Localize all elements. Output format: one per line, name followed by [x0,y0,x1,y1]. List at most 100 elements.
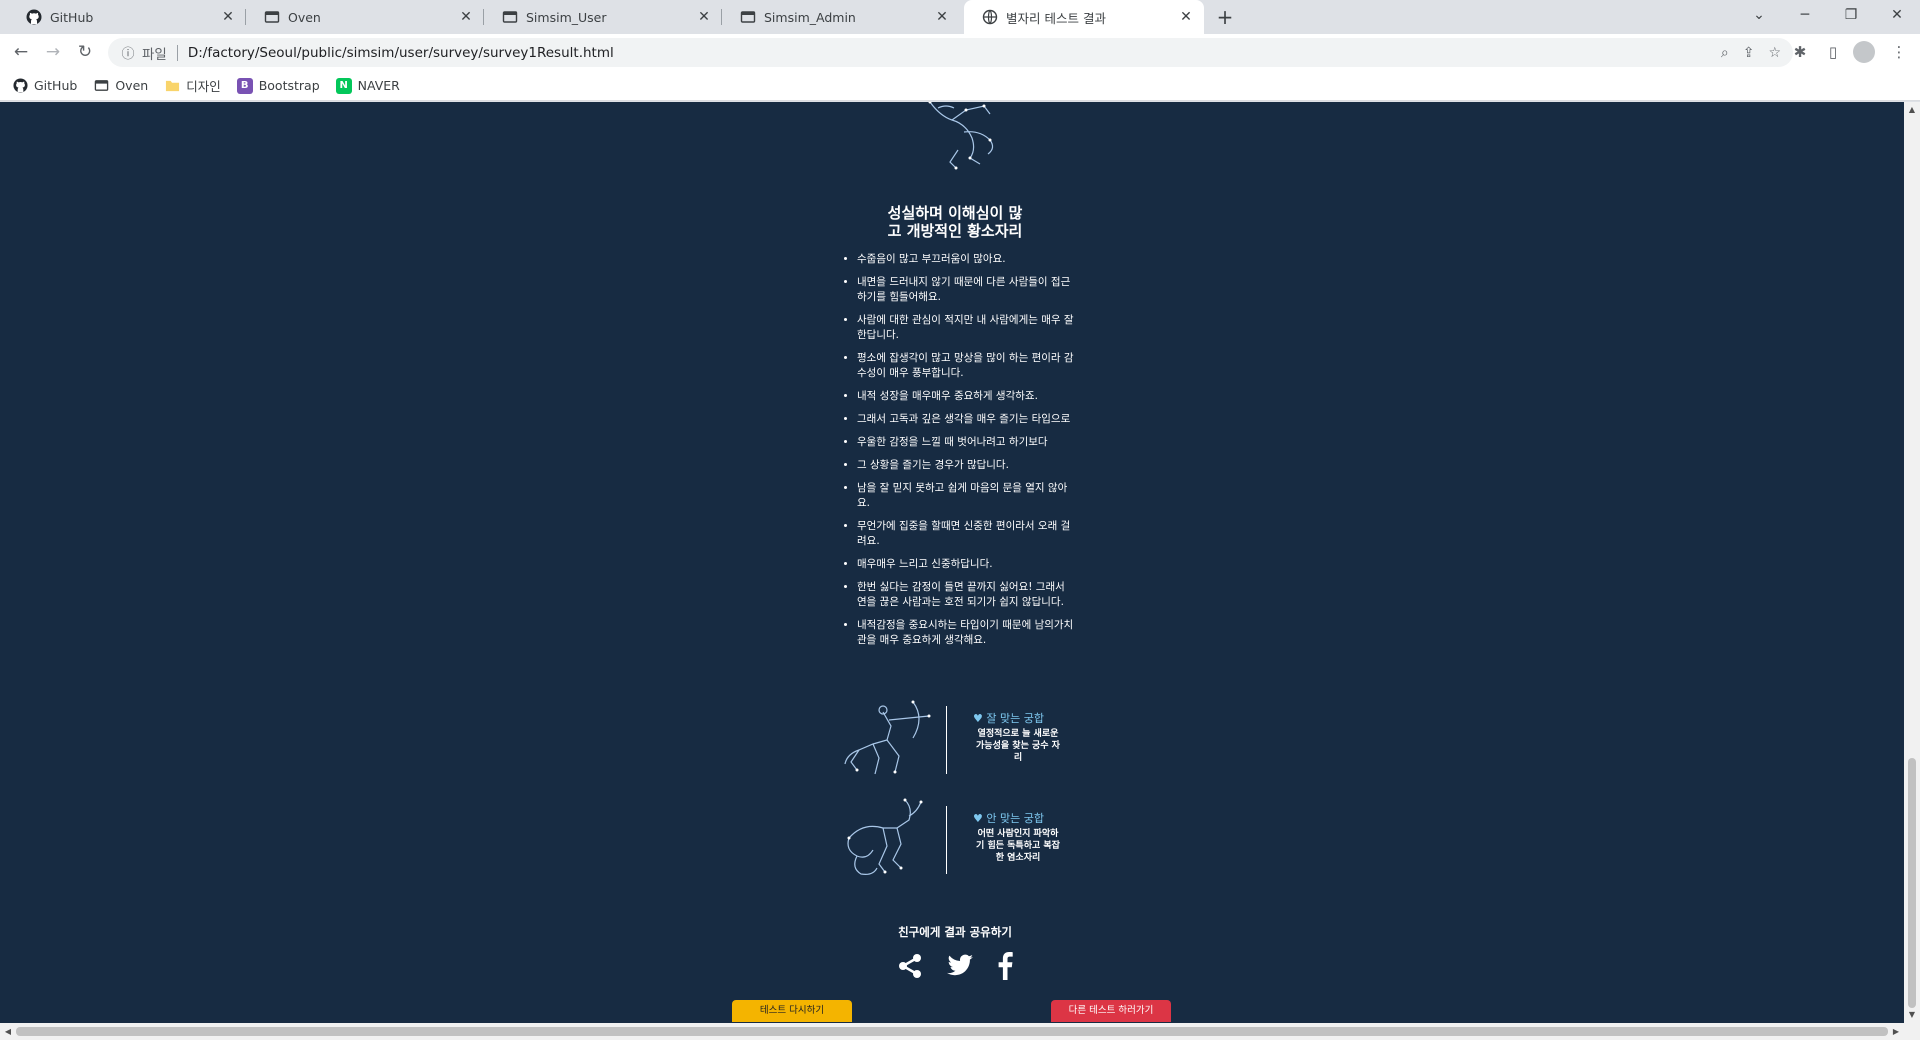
close-icon[interactable]: ✕ [1178,9,1194,25]
page-icon [93,78,109,94]
list-item: 우울한 감정을 느낄 때 벗어나려고 하기보다 [857,435,1075,450]
scroll-up-icon[interactable]: ▲ [1904,102,1920,118]
forward-button[interactable]: → [40,39,66,65]
list-item: 평소에 잡생각이 많고 망상을 많이 하는 편이라 감수성이 매우 풍부합니다. [857,351,1075,381]
page-viewport: 성실하며 이해심이 많 고 개방적인 황소자리 수줍음이 많고 부끄러움이 많아… [0,102,1904,1023]
vertical-scroll-thumb[interactable] [1908,758,1916,1008]
list-item: 무언가에 집중을 할때면 신중한 편이라서 오래 걸려요. [857,519,1075,549]
scroll-right-icon[interactable]: ▶ [1888,1023,1904,1040]
naver-icon: N [335,77,352,94]
bootstrap-icon: B [236,77,253,94]
close-icon[interactable]: ✕ [696,9,712,25]
retry-test-button[interactable]: 테스트 다시하기 [732,1000,852,1022]
address-scheme: 파일 [142,46,167,63]
bad-match-section: ♥ 안 맞는 궁합 어떤 사람인지 파악하기 힘든 독특하고 복잡한 염소자리 [835,798,1075,878]
tab-search-icon[interactable]: ⌄ [1736,0,1782,30]
bookmark-folder-design[interactable]: 디자인 [164,76,221,95]
bookmark-label: Oven [115,78,149,93]
list-item: 수줍음이 많고 부끄러움이 많아요. [857,252,1075,267]
extensions-icon[interactable]: ✱ [1787,39,1813,65]
browser-toolbar: ← → ↻ ⓘ 파일 D:/factory/Seoul/public/simsi… [0,34,1920,71]
list-item: 한번 싫다는 감정이 들면 끝까지 싫어요! 그래서 연을 끊은 사람과는 호전… [857,580,1075,610]
page-icon [502,9,518,25]
good-match-label: ♥ 잘 맞는 궁합 [973,710,1073,726]
bookmark-label: 디자인 [186,79,221,94]
close-icon[interactable]: ✕ [220,9,236,25]
address-url[interactable]: D:/factory/Seoul/public/simsim/user/surv… [188,45,614,61]
bad-match-label-text: 안 맞는 궁합 [986,812,1044,825]
list-item: 내면을 드러내지 않기 때문에 다른 사람들이 접근하기를 힘들어해요. [857,275,1075,305]
page-icon [264,9,280,25]
bad-match-description: 어떤 사람인지 파악하기 힘든 독특하고 복잡한 염소자리 [976,829,1060,863]
close-icon[interactable]: ✕ [458,9,474,25]
tab-simsim-user[interactable]: Simsim_User ✕ [484,0,722,34]
back-button[interactable]: ← [8,39,34,65]
bookmark-naver[interactable]: N NAVER [335,77,400,94]
bookmark-bootstrap[interactable]: B Bootstrap [236,77,320,94]
address-divider [176,44,178,61]
heart-icon: ♥ [973,812,983,825]
twitter-icon[interactable] [946,954,974,982]
tab-title: Simsim_Admin [764,9,856,25]
tab-title: Oven [288,9,321,25]
tab-result[interactable]: 별자리 테스트 결과 ✕ [964,0,1204,34]
result-title: 성실하며 이해심이 많 고 개방적인 황소자리 [835,204,1075,240]
tab-simsim-admin[interactable]: Simsim_Admin ✕ [722,0,960,34]
divider-line [946,706,947,774]
profile-avatar[interactable] [1853,41,1875,63]
capricorn-constellation-image [843,798,933,882]
tab-title: 별자리 테스트 결과 [1006,10,1106,26]
info-icon[interactable]: ⓘ [114,43,142,62]
result-title-line: 고 개방적인 황소자리 [887,222,1023,240]
bookmarks-bar: GitHub Oven 디자인 B Bootstrap N NAVER [0,71,1920,101]
traits-list: 수줍음이 많고 부끄러움이 많아요. 내면을 드러내지 않기 때문에 다른 사람… [835,252,1075,656]
heart-icon: ♥ [973,712,983,725]
sagittarius-constellation-image [843,698,933,782]
bad-match-label: ♥ 안 맞는 궁합 [973,810,1073,826]
scroll-down-icon[interactable]: ▼ [1904,1007,1920,1023]
list-item: 사람에 대한 관심이 적지만 내 사람에게는 매우 잘한답니다. [857,313,1075,343]
vertical-scrollbar[interactable]: ▲ ▼ [1904,102,1920,1023]
horizontal-scroll-thumb[interactable] [16,1027,1888,1036]
zoom-icon[interactable]: ⌕ [1721,45,1729,61]
scroll-left-icon[interactable]: ◀ [0,1023,16,1040]
reload-button[interactable]: ↻ [72,39,98,65]
bookmark-github[interactable]: GitHub [12,78,77,94]
close-icon[interactable]: ✕ [934,9,950,25]
share-page-icon[interactable]: ⇪ [1743,45,1755,61]
good-match-section: ♥ 잘 맞는 궁합 열정적으로 늘 새로운 가능성을 찾는 궁수 자리 [835,698,1075,778]
restore-button[interactable]: ❐ [1828,0,1874,30]
github-icon [12,78,28,94]
address-bar[interactable]: ⓘ 파일 D:/factory/Seoul/public/simsim/user… [108,38,1793,67]
menu-icon[interactable]: ⋮ [1886,39,1912,65]
list-item: 매우매우 느리고 신중하답니다. [857,557,1075,572]
tab-strip: GitHub ✕ Oven ✕ Simsim_User ✕ Simsim_Adm… [0,0,1920,34]
bookmark-label: Bootstrap [258,78,320,93]
new-tab-button[interactable]: + [1212,4,1238,30]
tab-oven[interactable]: Oven ✕ [246,0,484,34]
page-icon [740,9,756,25]
facebook-icon[interactable] [997,952,1013,984]
list-item: 내적 성장을 매우매우 중요하게 생각하죠. [857,389,1075,404]
list-item: 남을 잘 믿지 못하고 쉽게 마음의 문을 열지 않아요. [857,481,1075,511]
share-icon[interactable] [897,953,923,983]
good-match-label-text: 잘 맞는 궁합 [986,712,1044,725]
share-title: 친구에게 결과 공유하기 [898,925,1012,939]
tab-title: GitHub [50,9,94,25]
close-window-button[interactable]: ✕ [1874,0,1920,30]
list-item: 그 상황을 즐기는 경우가 많답니다. [857,458,1075,473]
other-test-button[interactable]: 다른 테스트 하러가기 [1051,1000,1171,1022]
bookmark-star-icon[interactable]: ☆ [1768,45,1781,61]
bookmark-oven[interactable]: Oven [93,78,148,94]
list-item: 내적감정을 중요시하는 타입이기 때문에 남의가치관을 매우 중요하게 생각해요… [857,618,1075,648]
tab-github[interactable]: GitHub ✕ [8,0,246,34]
minimize-button[interactable]: ─ [1782,0,1828,30]
result-title-line: 성실하며 이해심이 많 [887,204,1023,222]
side-panel-icon[interactable]: ▯ [1820,39,1846,65]
github-icon [26,9,42,25]
list-item: 그래서 고독과 깊은 생각을 매우 즐기는 타입으로 [857,412,1075,427]
good-match-description: 열정적으로 늘 새로운 가능성을 찾는 궁수 자리 [976,729,1060,763]
horizontal-scrollbar[interactable]: ◀ ▶ [0,1023,1920,1040]
globe-icon [982,9,998,25]
tab-title: Simsim_User [526,9,607,25]
